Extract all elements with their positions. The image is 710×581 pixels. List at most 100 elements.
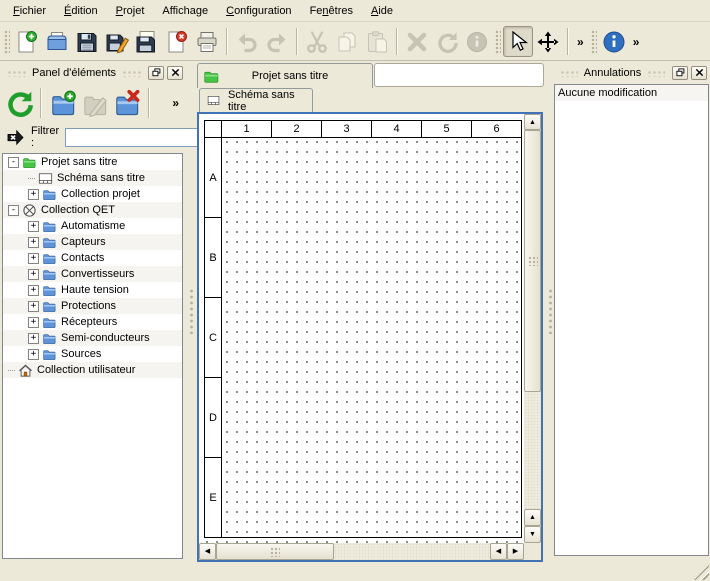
- tree-item-semi-conducteurs[interactable]: +Semi-conducteurs: [3, 330, 182, 346]
- vertical-scroll-thumb[interactable]: [524, 130, 541, 392]
- print-button[interactable]: [192, 26, 222, 57]
- folder-icon: [42, 347, 57, 362]
- folder-pencil-icon: [82, 90, 109, 117]
- scroll-up-button[interactable]: ▲: [524, 114, 541, 130]
- vertical-scrollbar[interactable]: ▲ ▲ ▼: [524, 114, 541, 543]
- undo-panel-titlebar[interactable]: Annulations: [553, 63, 710, 82]
- delete-category-button[interactable]: [111, 86, 143, 120]
- toolbar-grip[interactable]: [3, 29, 10, 55]
- scroll-down-button[interactable]: ▼: [524, 526, 541, 543]
- tree-item-haute-tension[interactable]: +Haute tension: [3, 282, 182, 298]
- folder-icon: [42, 331, 57, 346]
- open-file-button[interactable]: [42, 26, 72, 57]
- tree-item-recepteurs[interactable]: +Récepteurs: [3, 314, 182, 330]
- row-header-A: A: [204, 137, 222, 218]
- undo-list-item[interactable]: Aucune modification: [555, 85, 708, 101]
- tree-item-collection-qet[interactable]: -Collection QET: [3, 202, 182, 218]
- menu-fenetres[interactable]: Fenêtres: [301, 2, 362, 20]
- reload-collections-button[interactable]: [3, 86, 35, 120]
- folder-plus-icon: [50, 90, 77, 117]
- row-header-C: C: [204, 297, 222, 378]
- info-blue-icon: [602, 30, 626, 54]
- splitter-left[interactable]: [186, 63, 196, 562]
- tree-item-collection-projet[interactable]: +Collection projet: [3, 186, 182, 202]
- menu-affichage[interactable]: Affichage: [153, 2, 217, 20]
- horizontal-scroll-thumb[interactable]: [216, 543, 334, 560]
- menu-fichier[interactable]: Fichier: [4, 2, 55, 20]
- close-icon: [171, 68, 180, 77]
- menu-configuration[interactable]: Configuration: [217, 2, 300, 20]
- expand-toggle[interactable]: +: [28, 221, 39, 232]
- schema-tab[interactable]: Schéma sans titre: [199, 88, 313, 112]
- tree-item-automatisme[interactable]: +Automatisme: [3, 218, 182, 234]
- tree-item-contacts[interactable]: +Contacts: [3, 250, 182, 266]
- scroll-left-button-2[interactable]: ◀: [490, 543, 507, 560]
- expand-toggle[interactable]: +: [28, 301, 39, 312]
- expand-toggle[interactable]: +: [28, 269, 39, 280]
- menu-aide[interactable]: Aide: [362, 2, 402, 20]
- window-resize-grip[interactable]: [694, 565, 709, 580]
- float-panel-button[interactable]: [672, 66, 688, 80]
- new-file-button[interactable]: [12, 26, 42, 57]
- save-button[interactable]: [72, 26, 102, 57]
- undo-history-list[interactable]: Aucune modification: [554, 84, 709, 556]
- expand-toggle[interactable]: +: [28, 253, 39, 264]
- folder-icon: [42, 283, 57, 298]
- float-panel-button[interactable]: [148, 66, 164, 80]
- tree-item-projet-sans-titre[interactable]: - Projet sans titre: [3, 154, 182, 170]
- tree-item-protections[interactable]: +Protections: [3, 298, 182, 314]
- menu-bar: FichierÉditionProjetAffichageConfigurati…: [0, 0, 710, 22]
- copy-button: [332, 26, 362, 57]
- elements-panel-titlebar[interactable]: Panel d'éléments: [0, 63, 186, 82]
- save-all-button[interactable]: [132, 26, 162, 57]
- expand-toggle[interactable]: +: [28, 189, 39, 200]
- folder-icon: [42, 235, 57, 250]
- column-header-3: 3: [321, 120, 372, 138]
- project-tab[interactable]: Projet sans titre: [197, 63, 373, 88]
- tree-guide: [28, 178, 35, 179]
- save-as-button[interactable]: [102, 26, 132, 57]
- element-info-button: [462, 26, 492, 57]
- tree-item-sources[interactable]: +Sources: [3, 346, 182, 362]
- close-panel-button[interactable]: [167, 66, 183, 80]
- tree-item-label: Projet sans titre: [41, 156, 117, 168]
- expand-toggle[interactable]: +: [28, 285, 39, 296]
- toolbar-overflow-chevron[interactable]: »: [168, 96, 183, 110]
- scroll-right-button[interactable]: ▶: [507, 543, 524, 560]
- collapse-toggle[interactable]: -: [8, 157, 19, 168]
- tree-item-convertisseurs[interactable]: +Convertisseurs: [3, 266, 182, 282]
- toolbar-separator: [396, 28, 398, 55]
- tree-item-collection-utilisateur[interactable]: Collection utilisateur: [3, 362, 182, 378]
- tree-item-label: Capteurs: [61, 236, 106, 248]
- folder-icon: [42, 187, 57, 202]
- diagram-canvas[interactable]: 123456ABCDE: [199, 114, 524, 543]
- horizontal-scrollbar[interactable]: ◀ ◀ ▶: [199, 543, 524, 560]
- close-panel-button[interactable]: [691, 66, 707, 80]
- about-button[interactable]: [599, 26, 629, 57]
- toolbar-grip[interactable]: [590, 29, 597, 55]
- tabbar-empty-area: [374, 63, 544, 87]
- collapse-toggle[interactable]: -: [8, 205, 19, 216]
- scroll-mode-button[interactable]: [533, 26, 563, 57]
- tree-item-capteurs[interactable]: + Capteurs: [3, 234, 182, 250]
- scroll-left-button[interactable]: ◀: [199, 543, 216, 560]
- clear-filter-button[interactable]: [6, 128, 25, 147]
- close-file-button[interactable]: [162, 26, 192, 57]
- expand-toggle[interactable]: +: [28, 349, 39, 360]
- tree-item-schema-sans-titre[interactable]: Schéma sans titre: [3, 170, 182, 186]
- toolbar-overflow-chevron[interactable]: »: [629, 35, 644, 49]
- diagram-view[interactable]: 123456ABCDE ▲ ▲ ▼ ◀ ◀ ▶: [197, 112, 543, 562]
- row-header-D: D: [204, 377, 222, 458]
- expand-toggle[interactable]: +: [28, 237, 39, 248]
- menu-edition[interactable]: Édition: [55, 2, 107, 20]
- scroll-up-button-2[interactable]: ▲: [524, 509, 541, 526]
- select-mode-button[interactable]: [503, 26, 533, 57]
- splitter-right[interactable]: [545, 63, 553, 562]
- toolbar-overflow-chevron[interactable]: »: [573, 35, 588, 49]
- new-category-button[interactable]: [47, 86, 79, 120]
- expand-toggle[interactable]: +: [28, 333, 39, 344]
- toolbar-grip[interactable]: [494, 29, 501, 55]
- menu-projet[interactable]: Projet: [107, 2, 154, 20]
- expand-toggle[interactable]: +: [28, 317, 39, 328]
- open-folder-icon: [45, 30, 69, 54]
